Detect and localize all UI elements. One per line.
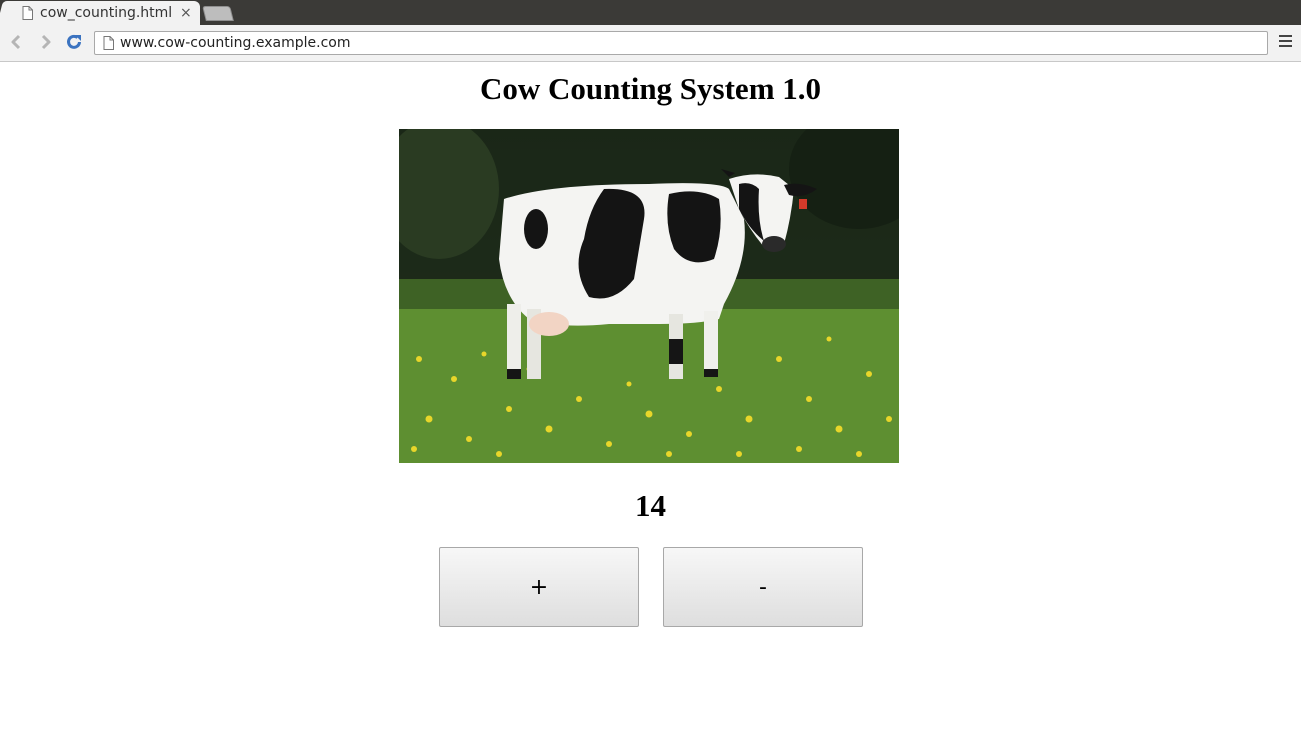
- address-bar[interactable]: www.cow-counting.example.com: [94, 31, 1268, 55]
- decrement-button[interactable]: -: [663, 547, 863, 627]
- close-icon[interactable]: ×: [180, 5, 192, 21]
- menu-icon[interactable]: [1279, 35, 1292, 49]
- browser-tab[interactable]: cow_counting.html ×: [4, 1, 200, 25]
- cow-image: [399, 129, 899, 463]
- forward-icon[interactable]: [37, 33, 55, 51]
- url-text[interactable]: www.cow-counting.example.com: [120, 34, 351, 52]
- tab-title: cow_counting.html: [40, 5, 173, 21]
- tab-strip: cow_counting.html ×: [0, 0, 1301, 25]
- document-icon: [22, 6, 33, 20]
- back-icon[interactable]: [7, 33, 25, 51]
- reload-icon[interactable]: [65, 33, 83, 51]
- new-tab-button[interactable]: [202, 6, 234, 21]
- browser-toolbar: www.cow-counting.example.com: [0, 25, 1301, 62]
- page-content: Cow Counting System 1.0 14 + -: [0, 63, 1301, 744]
- page-title: Cow Counting System 1.0: [479, 71, 822, 106]
- increment-button[interactable]: +: [439, 547, 639, 627]
- page-icon: [103, 36, 114, 50]
- cow-count: 14: [635, 488, 666, 523]
